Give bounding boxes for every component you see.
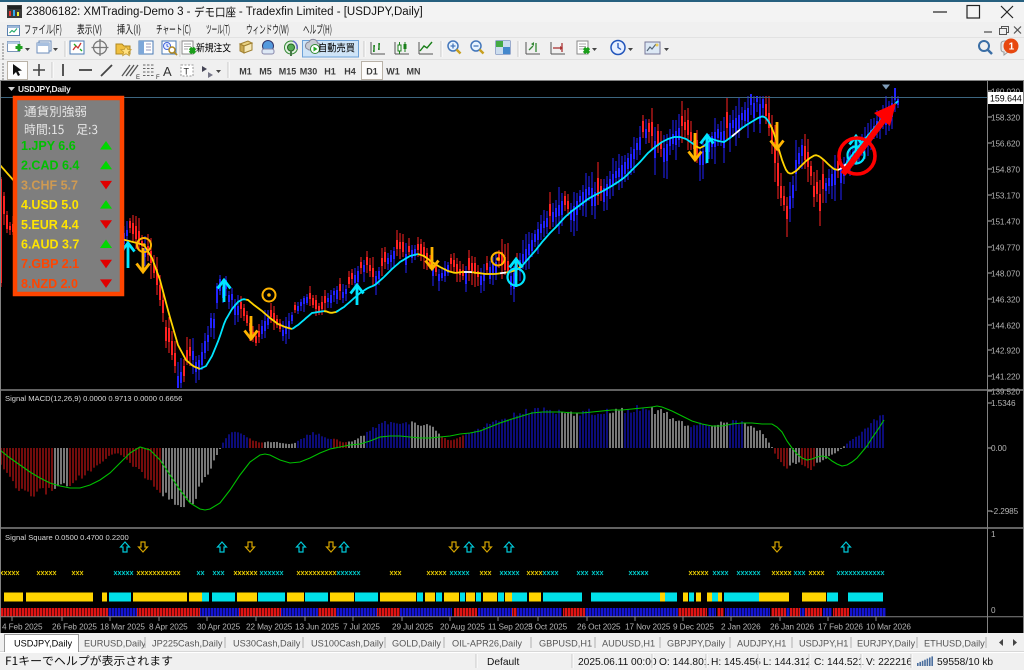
svg-text:158.320: 158.320: [991, 114, 1020, 123]
svg-text:141.220: 141.220: [991, 373, 1020, 382]
svg-text:154.870: 154.870: [991, 166, 1020, 175]
svg-text:2 Jan 2026: 2 Jan 2026: [721, 623, 761, 632]
svg-text:29 Jul 2025: 29 Jul 2025: [392, 623, 434, 632]
svg-text:8.NZD 2.0: 8.NZD 2.0: [21, 277, 78, 291]
svg-text:18 Mar 2025: 18 Mar 2025: [100, 623, 145, 632]
svg-text:17 Feb 2026: 17 Feb 2026: [818, 623, 863, 632]
svg-text:10 Mar 2026: 10 Mar 2026: [866, 623, 911, 632]
svg-text:-2.2985: -2.2985: [991, 507, 1019, 516]
svg-text:8 Apr 2025: 8 Apr 2025: [149, 623, 188, 632]
svg-text:4.USD 5.0: 4.USD 5.0: [21, 198, 79, 212]
svg-text:22 May 2025: 22 May 2025: [246, 623, 293, 632]
svg-text:13 Jun 2025: 13 Jun 2025: [295, 623, 340, 632]
svg-text:USDJPY,Daily: USDJPY,Daily: [18, 84, 71, 94]
svg-text:11 Sep 2025: 11 Sep 2025: [488, 623, 533, 632]
svg-text:0: 0: [991, 606, 996, 615]
svg-text:7.GBP 2.1: 7.GBP 2.1: [21, 257, 79, 271]
svg-text:1.5346: 1.5346: [991, 399, 1016, 408]
svg-text:142.920: 142.920: [991, 347, 1020, 356]
svg-text:1.JPY 6.6: 1.JPY 6.6: [21, 139, 76, 153]
svg-text:4 Feb 2025: 4 Feb 2025: [2, 623, 43, 632]
svg-text:7 Jul 2025: 7 Jul 2025: [343, 623, 380, 632]
svg-text:Signal MACD(12,26,9) 0.0000 0.: Signal MACD(12,26,9) 0.0000 0.9713 0.000…: [5, 394, 182, 403]
svg-text:139.520: 139.520: [991, 388, 1020, 397]
svg-text:Signal Square 0.0500 0.4700 0.: Signal Square 0.0500 0.4700 0.2200: [5, 533, 129, 542]
svg-text:156.620: 156.620: [991, 140, 1020, 149]
svg-text:151.470: 151.470: [991, 218, 1020, 227]
svg-text:6.AUD 3.7: 6.AUD 3.7: [21, 238, 79, 252]
svg-text:26 Feb 2025: 26 Feb 2025: [52, 623, 97, 632]
svg-text:148.070: 148.070: [991, 270, 1020, 279]
svg-text:1: 1: [991, 530, 996, 539]
svg-text:20 Aug 2025: 20 Aug 2025: [440, 623, 485, 632]
svg-text:159.644: 159.644: [990, 94, 1022, 104]
svg-text:144.620: 144.620: [991, 322, 1020, 331]
svg-text:3.CHF 5.7: 3.CHF 5.7: [21, 178, 78, 192]
svg-text:17 Nov 2025: 17 Nov 2025: [625, 623, 671, 632]
svg-text:30 Apr 2025: 30 Apr 2025: [197, 623, 241, 632]
svg-text:3 Oct 2025: 3 Oct 2025: [528, 623, 568, 632]
svg-text:146.320: 146.320: [991, 296, 1020, 305]
svg-text:9 Dec 2025: 9 Dec 2025: [673, 623, 714, 632]
svg-text:26 Oct 2025: 26 Oct 2025: [577, 623, 621, 632]
svg-text:149.770: 149.770: [991, 244, 1020, 253]
svg-text:153.170: 153.170: [991, 192, 1020, 201]
svg-text:0.00: 0.00: [991, 444, 1007, 453]
svg-text:5.EUR 4.4: 5.EUR 4.4: [21, 218, 79, 232]
svg-text:2.CAD 6.4: 2.CAD 6.4: [21, 159, 79, 173]
svg-text:26 Jan 2026: 26 Jan 2026: [770, 623, 815, 632]
